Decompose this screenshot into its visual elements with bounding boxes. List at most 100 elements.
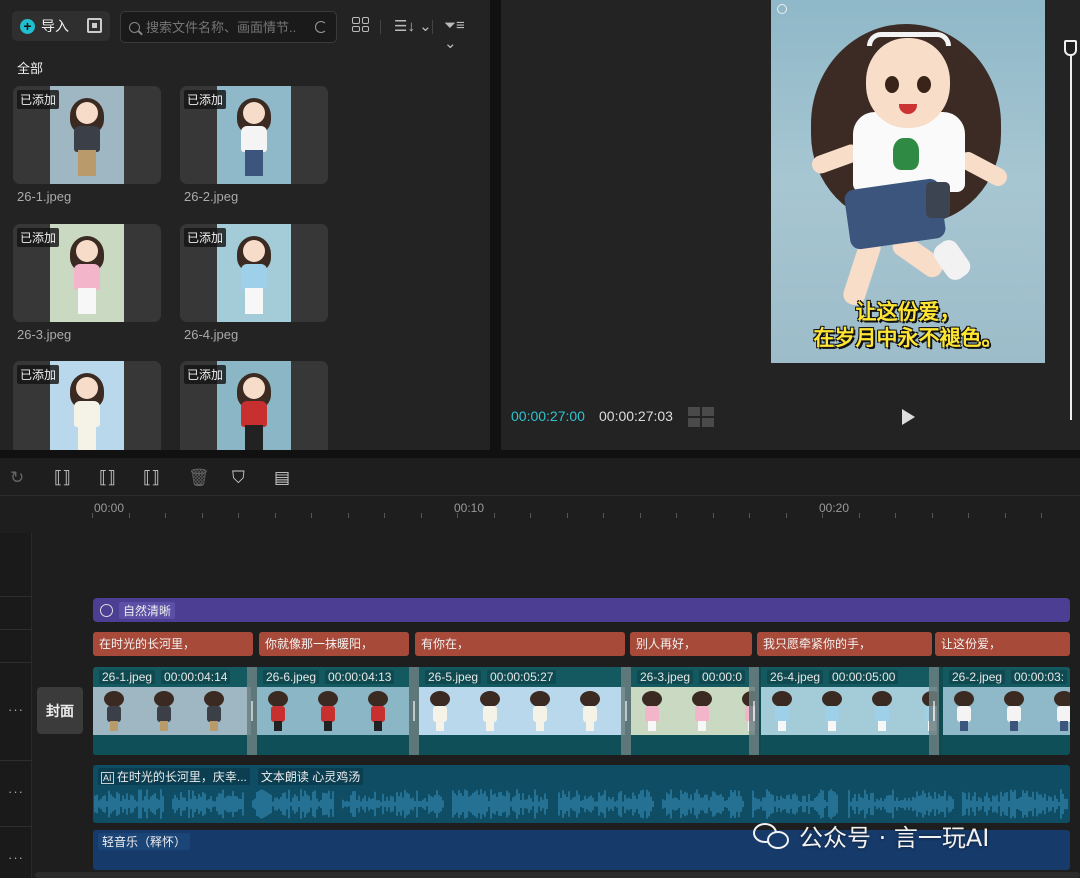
character-eye <box>917 76 931 93</box>
ruler-tick <box>201 513 203 518</box>
video-clip[interactable]: 26-1.jpeg 00:00:04:14 <box>93 667 251 755</box>
added-badge: 已添加 <box>184 228 227 247</box>
music-track-menu-icon[interactable]: ··· <box>8 850 24 865</box>
media-thumbnail[interactable]: 已添加 <box>13 224 161 322</box>
transition-handle[interactable] <box>929 667 939 755</box>
effect-clip[interactable]: 自然清晰 <box>93 598 1070 622</box>
frame-thumbnail <box>529 691 551 731</box>
frame-thumbnail <box>1003 691 1025 731</box>
transition-handle[interactable] <box>247 667 257 755</box>
ruler-tick <box>128 513 130 518</box>
grid-view-icon[interactable] <box>688 407 714 427</box>
row-separator <box>0 596 32 597</box>
clip-frames <box>631 687 755 735</box>
added-badge: 已添加 <box>17 90 60 109</box>
video-track-menu-icon[interactable]: ··· <box>8 702 24 717</box>
thumbnail-image <box>50 86 124 184</box>
ruler-tick <box>895 513 896 518</box>
playhead[interactable] <box>1070 40 1072 420</box>
media-filename: 26-4.jpeg <box>184 327 239 342</box>
media-thumbnail[interactable]: 已添加 <box>13 86 161 184</box>
frame-thumbnail <box>1053 691 1070 731</box>
transition-handle[interactable] <box>621 667 631 755</box>
subtitle-clip[interactable]: 我只愿牵紧你的手， <box>757 632 932 656</box>
media-thumbnail[interactable]: 已添加 <box>180 361 328 450</box>
transition-handle[interactable] <box>409 667 419 755</box>
ruler-tick <box>566 513 568 518</box>
voiceover-track[interactable]: AI 在时光的长河里，庆幸... 文本朗读 心灵鸡汤 <box>93 765 1070 823</box>
loading-icon <box>315 21 327 33</box>
play-button[interactable] <box>902 409 915 425</box>
transition-handle[interactable] <box>749 667 759 755</box>
frame-thumbnail <box>103 691 125 731</box>
ruler-tick <box>238 513 239 518</box>
qr-code-icon[interactable] <box>87 18 102 33</box>
added-badge: 已添加 <box>17 228 60 247</box>
frame-thumbnail <box>771 691 793 731</box>
ruler-tick <box>457 513 458 518</box>
subtitle-clip[interactable]: 有你在， <box>415 632 625 656</box>
ruler-tick <box>530 513 531 518</box>
delete-icon[interactable]: 🗑 <box>188 468 210 488</box>
clip-header: 26-1.jpeg 00:00:04:14 <box>93 667 251 687</box>
marker-icon[interactable]: ⛉ <box>232 468 245 488</box>
view-grid-icon[interactable] <box>352 17 369 32</box>
frame-thumbnail <box>203 691 225 731</box>
media-toolbar: + 导入 ☰↓ ⌄ ⏷≡ ⌄ <box>12 11 480 52</box>
split-icon[interactable]: ⟦⟧ <box>54 468 71 488</box>
search-icon <box>129 21 140 33</box>
ruler-tick <box>92 513 93 518</box>
ruler-tick <box>347 513 349 518</box>
audio-track-menu-icon[interactable]: ··· <box>8 784 24 799</box>
subtitle-edit-icon[interactable]: ▤ <box>274 468 290 488</box>
subtitle-clip[interactable]: 你就像那一抹暖阳， <box>259 632 409 656</box>
subtitle-clip[interactable]: 让这份爱， <box>935 632 1070 656</box>
cover-button[interactable]: 封面 <box>37 687 83 734</box>
redo-icon[interactable]: ↻ <box>10 468 24 488</box>
search-input[interactable] <box>146 19 296 35</box>
ruler-label: 00:00 <box>94 501 125 515</box>
frame-thumbnail <box>871 691 893 731</box>
ruler-tick <box>384 513 385 518</box>
toolbar-divider <box>432 20 433 34</box>
clip-frames <box>419 687 625 735</box>
thumbnail-image <box>217 86 291 184</box>
video-clip[interactable]: 26-4.jpeg 00:00:05:00 <box>761 667 937 755</box>
row-separator <box>0 629 32 630</box>
split-right-icon[interactable]: ⟦⟧ <box>143 468 160 488</box>
preview-frame: 让这份爱， 在岁月中永不褪色。 <box>771 0 1045 363</box>
playhead-handle[interactable] <box>1064 40 1077 56</box>
filter-icon[interactable]: ⏷≡ ⌄ <box>444 17 480 52</box>
sort-icon[interactable]: ☰↓ ⌄ <box>394 17 432 35</box>
subtitle-clip[interactable]: 别人再好， <box>630 632 752 656</box>
character-eye <box>885 76 899 93</box>
horizontal-scrollbar[interactable] <box>35 872 1080 878</box>
media-thumbnail[interactable]: 已添加 <box>180 86 328 184</box>
clip-frames <box>93 687 251 735</box>
media-thumbnail[interactable]: 已添加 <box>13 361 161 450</box>
video-track[interactable]: 26-1.jpeg 00:00:04:14 26-6.jpeg 00:00:04:13… <box>93 667 1070 755</box>
import-label: 导入 <box>41 18 69 34</box>
video-clip[interactable]: 26-3.jpeg 00:00:0 <box>631 667 755 755</box>
time-ruler[interactable]: 00:00 00:10 00:20 <box>92 498 1080 520</box>
tts-icon: AI <box>101 772 114 784</box>
ruler-tick <box>493 513 495 518</box>
voiceover-label: AI 在时光的长河里，庆幸... <box>98 768 250 785</box>
ruler-tick <box>1041 513 1042 518</box>
media-filename: 26-2.jpeg <box>184 189 239 204</box>
frame-thumbnail <box>579 691 601 731</box>
search-box[interactable] <box>120 11 337 43</box>
row-separator <box>0 760 32 761</box>
ruler-tick <box>639 513 641 518</box>
subtitle-clip[interactable]: 在时光的长河里， <box>93 632 253 656</box>
clip-filename: 26-1.jpeg <box>99 670 156 684</box>
clip-header: 26-5.jpeg 00:00:05:27 <box>419 667 625 687</box>
frame-thumbnail <box>641 691 663 731</box>
import-button[interactable]: + 导入 <box>12 11 110 41</box>
media-thumbnail[interactable]: 已添加 <box>180 224 328 322</box>
split-left-icon[interactable]: ⟦⟧ <box>99 468 116 488</box>
video-clip[interactable]: 26-5.jpeg 00:00:05:27 <box>419 667 625 755</box>
thumbnail-image <box>217 361 291 450</box>
video-clip[interactable]: 26-2.jpeg 00:00:03: <box>943 667 1070 755</box>
video-clip[interactable]: 26-6.jpeg 00:00:04:13 <box>257 667 409 755</box>
